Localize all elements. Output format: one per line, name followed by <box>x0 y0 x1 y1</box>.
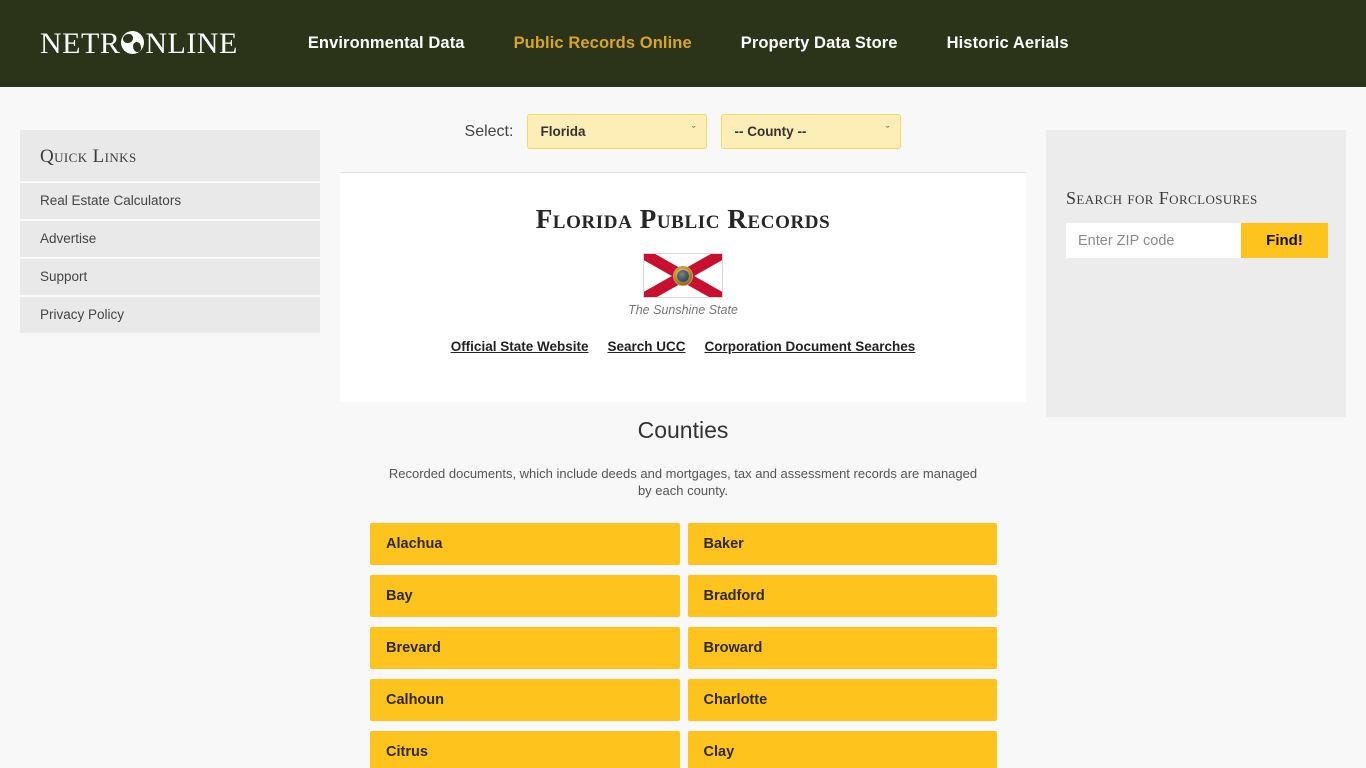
quick-links-panel: Quick Links Real Estate Calculators Adve… <box>20 130 320 333</box>
state-info-card: Florida Public Records The Sunshine Stat… <box>340 172 1026 402</box>
main-navigation: Environmental Data Public Records Online… <box>308 34 1069 53</box>
counties-header: Counties Recorded documents, which inclu… <box>340 417 1026 499</box>
state-select[interactable]: Florida <box>527 114 708 149</box>
county-button[interactable]: Broward <box>687 627 997 669</box>
counties-title: Counties <box>637 417 729 443</box>
state-select-wrapper: Florida ˇ <box>527 114 708 149</box>
link-official-state-website[interactable]: Official State Website <box>451 339 589 354</box>
county-button[interactable]: Bradford <box>687 575 997 617</box>
county-button[interactable]: Charlotte <box>687 679 997 721</box>
zip-code-input[interactable] <box>1066 223 1241 258</box>
find-button[interactable]: Find! <box>1241 223 1328 258</box>
foreclosure-search-panel: Search for Forclosures Find! <box>1046 130 1346 417</box>
nav-item-property-data-store[interactable]: Property Data Store <box>741 34 898 53</box>
county-select[interactable]: -- County -- <box>721 114 902 149</box>
logo-text-prefix: NETR <box>40 26 121 60</box>
page-body: Quick Links Real Estate Calculators Adve… <box>0 87 1366 768</box>
sidebar-item-advertise[interactable]: Advertise <box>20 219 320 257</box>
county-button[interactable]: Brevard <box>370 627 680 669</box>
link-search-ucc[interactable]: Search UCC <box>607 339 685 354</box>
state-resource-links: Official State Website Search UCC Corpor… <box>340 339 1026 354</box>
flag-seal-icon <box>673 265 693 286</box>
county-select-wrapper: -- County -- ˇ <box>721 114 902 149</box>
county-button[interactable]: Alachua <box>370 523 680 565</box>
sidebar-item-support[interactable]: Support <box>20 257 320 295</box>
counties-description: Recorded documents, which include deeds … <box>388 466 978 498</box>
link-corporation-document-searches[interactable]: Corporation Document Searches <box>705 339 916 354</box>
sidebar-item-real-estate-calculators[interactable]: Real Estate Calculators <box>20 181 320 219</box>
nav-item-public-records-online[interactable]: Public Records Online <box>514 34 692 53</box>
county-list: Alachua Baker Bay Bradford Brevard Browa… <box>370 523 997 768</box>
state-county-selector: Select: Florida ˇ -- County -- ˇ <box>340 114 1026 149</box>
nav-item-environmental-data[interactable]: Environmental Data <box>308 34 465 53</box>
state-flag-wrapper: The Sunshine State <box>340 253 1026 317</box>
nav-item-historic-aerials[interactable]: Historic Aerials <box>947 34 1069 53</box>
foreclosure-search-form: Find! <box>1066 223 1346 258</box>
county-button[interactable]: Citrus <box>370 731 680 768</box>
florida-state-flag-icon <box>643 253 723 299</box>
site-header: NETR NLINE Environmental Data Public Reco… <box>0 0 1366 87</box>
county-button[interactable]: Calhoun <box>370 679 680 721</box>
select-label: Select: <box>464 122 514 140</box>
page-title: Florida Public Records <box>535 204 831 234</box>
county-button[interactable]: Baker <box>687 523 997 565</box>
sidebar-item-privacy-policy[interactable]: Privacy Policy <box>20 295 320 333</box>
quick-links-title: Quick Links <box>40 146 137 167</box>
logo-text-suffix: NLINE <box>145 26 238 60</box>
state-nickname: The Sunshine State <box>628 303 738 318</box>
county-button[interactable]: Bay <box>370 575 680 617</box>
globe-icon <box>121 31 145 54</box>
netronline-logo[interactable]: NETR NLINE <box>40 26 238 60</box>
county-button[interactable]: Clay <box>687 731 997 768</box>
foreclosure-search-title: Search for Forclosures <box>1066 188 1258 208</box>
